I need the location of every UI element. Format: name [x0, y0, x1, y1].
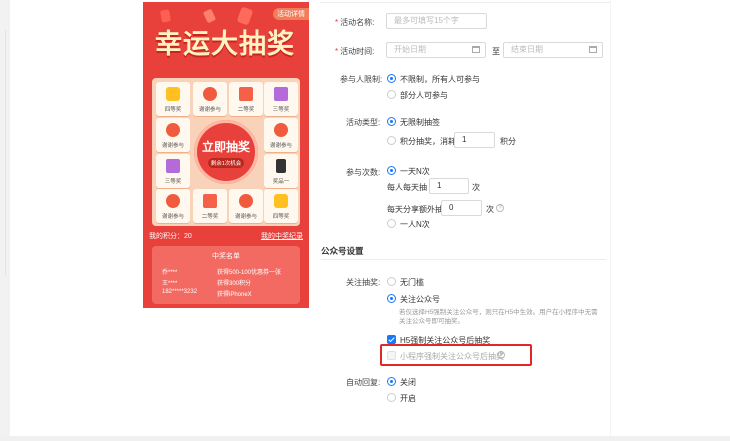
red-heart-icon: [274, 123, 288, 137]
my-points: 我的积分：20: [149, 233, 192, 240]
list-item: 王**** 获得300积分: [162, 281, 252, 287]
type-points-radio[interactable]: [387, 136, 396, 145]
yellow-gift-icon: [166, 87, 180, 101]
winners-list: 中奖名单 乔**** 获得500-100优惠券一张 王**** 获得300积分 18…: [152, 246, 300, 304]
prize-cell: 二等奖: [193, 189, 227, 223]
participant-limit-label: 参与人限制:: [340, 75, 383, 84]
section-title: 公众号设置: [321, 246, 364, 256]
red-heart-icon: [203, 87, 217, 101]
prize-cell: 三等奖: [156, 154, 190, 188]
section-divider: [321, 259, 606, 260]
auto-reply-label: 自动回复:: [346, 378, 381, 387]
help-icon[interactable]: ?: [496, 204, 504, 212]
prize-cell: 谢谢参与: [193, 82, 227, 116]
limit-all-radio[interactable]: [387, 74, 396, 83]
reply-on-radio[interactable]: [387, 393, 396, 402]
follow-account-radio[interactable]: [387, 294, 396, 303]
prize-cell: 四等奖: [156, 82, 190, 116]
h5-force-follow-checkbox[interactable]: [387, 335, 396, 344]
left-sidebar: [0, 0, 10, 441]
purple-gift-icon: [166, 159, 180, 173]
prize-cell: 三等奖: [264, 82, 298, 116]
activity-name-label: * 活动名称:: [335, 18, 375, 27]
follow-lottery-label: 关注抽奖:: [346, 278, 381, 287]
mini-force-follow-checkbox[interactable]: [387, 351, 396, 360]
rules-badge[interactable]: 活动详情: [273, 8, 309, 20]
follow-account-label: 关注公众号: [400, 295, 440, 304]
list-item: 乔**** 获得500-100优惠券一张: [162, 270, 282, 276]
daily-count-label: 每人每天抽: [387, 183, 427, 192]
prize-cell: 奖品一: [264, 154, 298, 188]
type-points-label: 积分抽奖，消耗: [400, 137, 456, 146]
bottom-scroll-area: [0, 436, 730, 441]
calendar-icon: [589, 46, 597, 53]
draw-chances: 剩余1次机会: [208, 158, 244, 168]
prize-cell: 谢谢参与: [229, 189, 263, 223]
prize-cell: 二等奖: [229, 82, 263, 116]
times-per-person-radio[interactable]: [387, 219, 396, 228]
red-envelope-icon: [239, 87, 253, 101]
activity-type-label: 活动类型:: [346, 118, 381, 127]
mini-force-follow-label: 小程序强制关注公众号后抽奖: [400, 352, 504, 361]
share-extra-label: 每天分享额外抽: [387, 205, 443, 214]
prize-cell: 四等奖: [264, 189, 298, 223]
times-daily-label: 一天N次: [400, 167, 430, 176]
type-unlimited-label: 无限制抽签: [400, 118, 440, 127]
red-heart-icon: [166, 194, 180, 208]
participation-times-label: 参与次数:: [346, 168, 381, 177]
draw-button[interactable]: 立即抽奖 剩余1次机会: [194, 120, 258, 184]
preview-title: 幸运大抽奖: [155, 29, 295, 59]
decoration-envelope-icon: [160, 9, 171, 23]
follow-note: 若仅选择H5强制关注公众号，则只在H5中生效。用户在小程序中无需关注公众号即可抽…: [399, 309, 598, 325]
date-separator: 至: [492, 47, 500, 56]
purple-gift-icon: [274, 87, 288, 101]
top-divider: [320, 2, 610, 3]
draw-button-label: 立即抽奖: [201, 140, 250, 154]
end-date-input[interactable]: 结束日期: [503, 42, 603, 58]
limit-partial-radio[interactable]: [387, 90, 396, 99]
reply-off-radio[interactable]: [387, 377, 396, 386]
calendar-icon: [472, 46, 480, 53]
prize-board: 四等奖 谢谢参与 二等奖 三等奖 谢谢参与 谢谢参与 三等奖 奖品一 谢谢参与 …: [152, 78, 300, 226]
activity-time-label: * 活动时间:: [335, 47, 375, 56]
activity-name-input[interactable]: 最多可填写15个字: [386, 13, 487, 29]
red-heart-icon: [239, 194, 253, 208]
start-date-input[interactable]: 开始日期: [386, 42, 486, 58]
my-records-link[interactable]: 我的中奖纪录: [261, 231, 303, 241]
daily-count-unit: 次: [472, 183, 480, 192]
limit-partial-label: 部分人可参与: [400, 91, 448, 100]
lottery-preview: 活动详情 幸运大抽奖 四等奖 谢谢参与 二等奖 三等奖 谢谢参与 谢谢参与 三等…: [143, 2, 309, 308]
points-unit: 积分: [500, 137, 516, 146]
times-per-person-label: 一人N次: [400, 220, 430, 229]
follow-none-radio[interactable]: [387, 277, 396, 286]
reply-off-label: 关闭: [400, 378, 416, 387]
points-cost-input[interactable]: 1: [454, 132, 495, 148]
daily-count-input[interactable]: 1: [429, 178, 469, 194]
red-envelope-icon: [203, 194, 217, 208]
follow-none-label: 无门槛: [400, 278, 424, 287]
list-item: 182*****3232 获得iPhoneX: [162, 289, 252, 298]
times-daily-radio[interactable]: [387, 166, 396, 175]
red-heart-icon: [166, 123, 180, 137]
right-border: [610, 0, 611, 436]
help-icon[interactable]: ?: [497, 351, 505, 359]
yellow-gift-icon: [274, 194, 288, 208]
limit-all-label: 不限制，所有人可参与: [400, 75, 480, 84]
winners-title: 中奖名单: [212, 253, 240, 260]
share-extra-unit: 次: [486, 205, 494, 214]
prize-cell: 谢谢参与: [156, 189, 190, 223]
share-extra-input[interactable]: 0: [441, 200, 482, 216]
prize-cell: 谢谢参与: [156, 118, 190, 152]
prize-cell: 谢谢参与: [264, 118, 298, 152]
type-unlimited-radio[interactable]: [387, 117, 396, 126]
phone-icon: [276, 159, 286, 173]
reply-on-label: 开启: [400, 394, 416, 403]
